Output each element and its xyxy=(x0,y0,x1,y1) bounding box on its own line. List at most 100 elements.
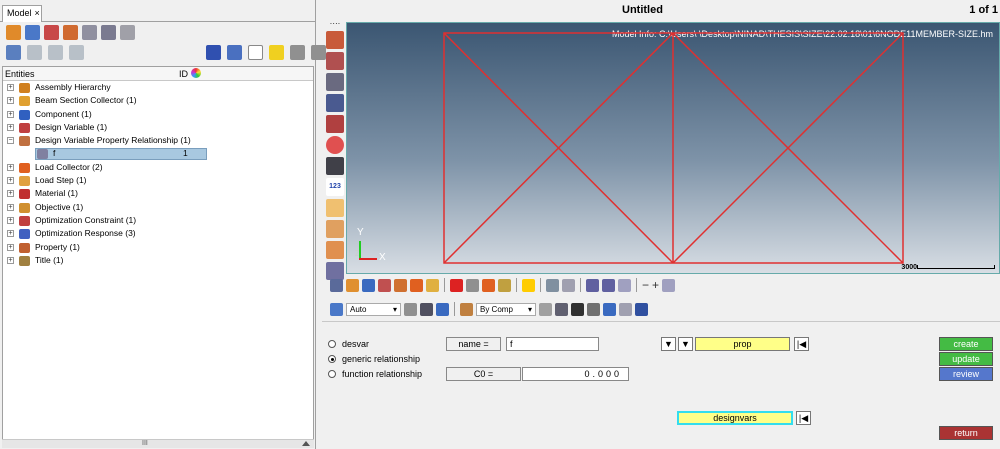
prop-button[interactable]: prop xyxy=(695,337,790,351)
plane-icon[interactable] xyxy=(587,302,600,316)
radio-generic-button[interactable] xyxy=(328,355,336,363)
tree-item[interactable]: + Material (1) xyxy=(3,187,313,200)
assemblies-icon[interactable] xyxy=(25,25,40,40)
expand-toggle-icon[interactable]: + xyxy=(7,216,14,224)
load-icon[interactable] xyxy=(410,278,423,292)
view-iso-icon[interactable] xyxy=(326,31,344,49)
monitor-icon[interactable] xyxy=(635,302,648,316)
expand-toggle-icon[interactable]: + xyxy=(7,190,14,198)
solid-icon[interactable] xyxy=(555,302,568,316)
system-icon[interactable] xyxy=(120,25,135,40)
eye-plus-icon[interactable] xyxy=(290,45,305,60)
bycomp-dropdown[interactable]: By Comp ▾ xyxy=(476,302,536,316)
abc-label-icon[interactable] xyxy=(326,220,344,238)
id-column-header[interactable]: ID xyxy=(179,69,188,79)
mesh-icon[interactable] xyxy=(330,278,343,292)
expand-all-icon[interactable] xyxy=(27,45,42,60)
expand-toggle-icon[interactable]: + xyxy=(7,230,14,238)
tree-item[interactable]: + Assembly Hierarchy xyxy=(3,81,313,94)
view-side-icon[interactable] xyxy=(326,94,344,112)
cube-icon[interactable] xyxy=(436,302,449,316)
expand-toggle-icon[interactable]: + xyxy=(7,123,14,131)
components-icon[interactable] xyxy=(6,25,21,40)
scroll-up-arrow-icon[interactable] xyxy=(302,441,310,446)
name-field[interactable]: f xyxy=(506,337,599,351)
c0-button[interactable]: C0 = xyxy=(446,367,521,381)
expand-toggle-icon[interactable]: + xyxy=(7,84,14,91)
radio-function-button[interactable] xyxy=(328,370,336,378)
element-display-icon[interactable] xyxy=(539,302,552,316)
loadstep-icon[interactable] xyxy=(426,278,439,292)
component-icon[interactable] xyxy=(362,278,375,292)
truss-model[interactable] xyxy=(347,23,1000,275)
grid-icon[interactable] xyxy=(619,302,632,316)
close-icon[interactable]: × xyxy=(35,8,40,18)
measure-icon[interactable] xyxy=(326,199,344,217)
star-icon[interactable] xyxy=(522,278,535,292)
radio-desvar[interactable]: desvar xyxy=(328,339,369,349)
redo-icon[interactable] xyxy=(602,278,615,292)
loadsteps-icon[interactable] xyxy=(101,25,116,40)
horizontal-scrollbar[interactable]: III xyxy=(2,439,314,448)
mesh-display-icon[interactable] xyxy=(420,302,433,316)
designvars-button[interactable]: designvars xyxy=(677,411,793,425)
display-icon[interactable] xyxy=(6,45,21,60)
prop-dropdown-arrow-2[interactable]: ▼ xyxy=(678,337,693,351)
property-icon[interactable] xyxy=(378,278,391,292)
isolate-icon[interactable] xyxy=(227,45,242,60)
tree-item[interactable]: + Component (1) xyxy=(3,108,313,121)
tree-item[interactable]: + Design Variable (1) xyxy=(3,121,313,134)
tree-item[interactable]: + Optimization Response (3) xyxy=(3,227,313,240)
entities-column-header[interactable]: Entities xyxy=(5,69,35,79)
expand-toggle-icon[interactable]: + xyxy=(7,110,14,118)
expand-toggle-icon[interactable]: + xyxy=(7,203,14,211)
rotate-icon[interactable] xyxy=(326,157,344,175)
view-top-icon[interactable] xyxy=(326,52,344,70)
expand-toggle-icon[interactable]: + xyxy=(7,243,14,251)
expand-toggle-icon[interactable]: + xyxy=(7,163,14,171)
show-icon[interactable] xyxy=(206,45,221,60)
tab-model[interactable]: Model × xyxy=(2,5,42,22)
review-button[interactable]: review xyxy=(939,367,993,381)
properties-icon[interactable] xyxy=(44,25,59,40)
help-icon[interactable] xyxy=(498,278,511,292)
materials-icon[interactable] xyxy=(63,25,78,40)
tree-item[interactable]: + Load Collector (2) xyxy=(3,161,313,174)
expand-toggle-icon[interactable]: + xyxy=(7,177,14,185)
plot-icon[interactable] xyxy=(546,278,559,292)
fit-icon[interactable] xyxy=(326,136,344,154)
radio-function-relationship[interactable]: function relationship xyxy=(328,369,422,379)
collector-icon[interactable] xyxy=(346,278,359,292)
material-icon[interactable] xyxy=(394,278,407,292)
update-button[interactable]: update xyxy=(939,352,993,366)
prop-reset-icon[interactable]: |◀ xyxy=(794,337,809,351)
expand-toggle-icon[interactable]: + xyxy=(7,256,14,264)
expand-toggle-icon[interactable]: + xyxy=(7,97,14,105)
organize-icon[interactable] xyxy=(466,278,479,292)
tree-item[interactable]: + Objective (1) xyxy=(3,201,313,214)
surface-icon[interactable] xyxy=(603,302,616,316)
undo-icon[interactable] xyxy=(586,278,599,292)
prop-dropdown-arrow-1[interactable]: ▼ xyxy=(661,337,676,351)
select-cursor-icon[interactable] xyxy=(248,45,263,60)
wrench-icon[interactable] xyxy=(562,278,575,292)
minus-icon[interactable]: − xyxy=(642,278,649,292)
auto-dropdown[interactable]: Auto ▾ xyxy=(346,302,401,316)
shading-icon[interactable] xyxy=(404,302,417,316)
c0-field[interactable]: 0.000 xyxy=(522,367,629,381)
collapse-all-icon[interactable] xyxy=(48,45,63,60)
radio-desvar-button[interactable] xyxy=(328,340,336,348)
tree-item[interactable]: − Design Variable Property Relationship (… xyxy=(3,134,313,147)
return-button[interactable]: return xyxy=(939,426,993,440)
reset-icon[interactable] xyxy=(662,278,676,292)
card-icon[interactable] xyxy=(482,278,495,292)
name-button[interactable]: name = xyxy=(446,337,501,351)
back-icon[interactable] xyxy=(618,278,631,292)
load-collector-icon[interactable] xyxy=(82,25,97,40)
create-button[interactable]: create xyxy=(939,337,993,351)
line-icon[interactable] xyxy=(571,302,584,316)
radio-generic-relationship[interactable]: generic relationship xyxy=(328,354,420,364)
info-123-icon[interactable]: 123 xyxy=(326,178,344,196)
scroll-grip[interactable]: III xyxy=(142,440,148,447)
tree-item[interactable]: f1 xyxy=(3,147,313,161)
